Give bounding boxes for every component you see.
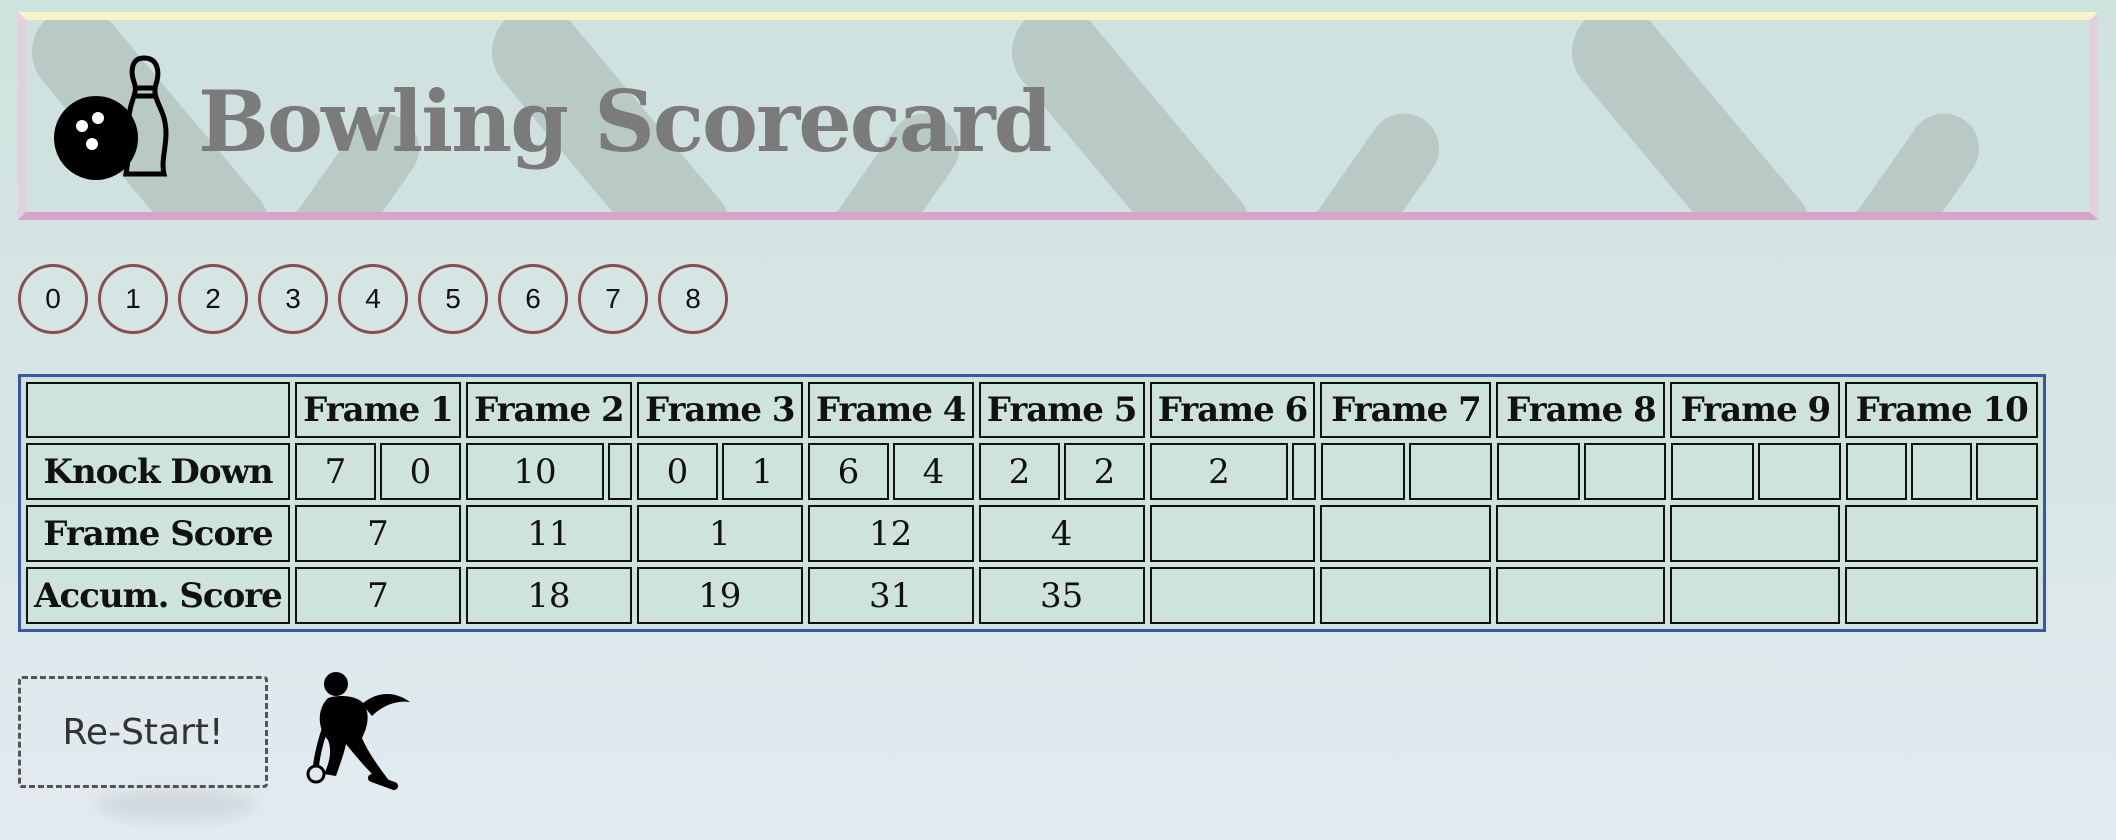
frame-header: Frame 3 bbox=[636, 382, 803, 438]
knock-down-box bbox=[1409, 443, 1492, 500]
frame-header: Frame 10 bbox=[1845, 382, 2038, 438]
frame-score-cell: 4 bbox=[978, 505, 1145, 562]
knock-down-frame: 64 bbox=[808, 443, 974, 500]
page-title: Bowling Scorecard bbox=[198, 72, 1052, 171]
accum-score-cell bbox=[1496, 567, 1666, 624]
knock-down-box bbox=[1292, 443, 1316, 500]
button-shadow bbox=[96, 790, 256, 820]
knock-down-box: 0 bbox=[637, 443, 718, 500]
frame-header: Frame 4 bbox=[807, 382, 974, 438]
knock-down-frame: 22 bbox=[979, 443, 1145, 500]
pin-button-7[interactable]: 7 bbox=[578, 264, 648, 334]
knock-down-frame: 01 bbox=[637, 443, 803, 500]
knock-down-box: 2 bbox=[979, 443, 1060, 500]
frame-header: Frame 5 bbox=[978, 382, 1145, 438]
frame-score-cell: 7 bbox=[295, 505, 461, 562]
knock-down-frame bbox=[1321, 443, 1492, 500]
frame-score-cell bbox=[1670, 505, 1841, 562]
bowling-ball-and-pin-icon bbox=[54, 55, 169, 180]
row-label-accum-score: Accum. Score bbox=[26, 567, 290, 624]
knock-down-box bbox=[1584, 443, 1666, 500]
knock-down-frame bbox=[1497, 443, 1666, 500]
knock-down-box bbox=[1671, 443, 1754, 500]
knock-down-box bbox=[1497, 443, 1580, 500]
pin-button-5[interactable]: 5 bbox=[418, 264, 488, 334]
accum-score-cell bbox=[1845, 567, 2038, 624]
knock-down-box: 6 bbox=[808, 443, 889, 500]
accum-score-cell bbox=[1320, 567, 1492, 624]
frame-header: Frame 8 bbox=[1496, 382, 1666, 438]
corner-cell bbox=[26, 382, 290, 438]
pin-button-8[interactable]: 8 bbox=[658, 264, 728, 334]
knock-down-box: 10 bbox=[466, 443, 604, 500]
knock-down-box: 1 bbox=[722, 443, 803, 500]
restart-button[interactable]: Re-Start! bbox=[18, 676, 268, 788]
accum-score-cell: 19 bbox=[636, 567, 803, 624]
pin-button-2[interactable]: 2 bbox=[178, 264, 248, 334]
frame-score-cell bbox=[1845, 505, 2038, 562]
scorecard-table: Frame 1 Frame 2 Frame 3 Frame 4 Frame 5 … bbox=[18, 374, 2046, 632]
frame-score-cell: 1 bbox=[636, 505, 803, 562]
knock-down-row: Knock Down 7 0 10 0 1 6 4 2 2 2 bbox=[26, 443, 2038, 500]
accum-score-cell: 35 bbox=[978, 567, 1145, 624]
accum-score-cell bbox=[1149, 567, 1316, 624]
frame-score-cell bbox=[1149, 505, 1316, 562]
frame-score-cell bbox=[1496, 505, 1666, 562]
row-label-knock-down: Knock Down bbox=[26, 443, 290, 500]
frame-score-cell: 11 bbox=[465, 505, 632, 562]
knock-down-box: 2 bbox=[1150, 443, 1288, 500]
knock-down-box: 0 bbox=[380, 443, 461, 500]
knock-down-frames: 7 0 10 0 1 6 4 2 2 2 bbox=[295, 443, 2038, 500]
knock-down-box bbox=[1976, 443, 2038, 500]
frame-score-row: Frame Score 7 11 1 12 4 bbox=[26, 505, 2038, 562]
pin-button-3[interactable]: 3 bbox=[258, 264, 328, 334]
knock-down-frame bbox=[1671, 443, 1841, 500]
knock-down-frame: 2 bbox=[1150, 443, 1316, 500]
accum-score-row: Accum. Score 7 18 19 31 35 bbox=[26, 567, 2038, 624]
knock-down-box bbox=[1321, 443, 1405, 500]
accum-score-cell bbox=[1670, 567, 1841, 624]
row-label-frame-score: Frame Score bbox=[26, 505, 290, 562]
knock-down-box bbox=[1846, 443, 1907, 500]
knock-down-box: 2 bbox=[1064, 443, 1145, 500]
frame-header: Frame 9 bbox=[1670, 382, 1841, 438]
frame-score-cell bbox=[1320, 505, 1492, 562]
knock-down-box bbox=[1911, 443, 1972, 500]
frame-header: Frame 6 bbox=[1149, 382, 1316, 438]
accum-score-cell: 18 bbox=[465, 567, 632, 624]
knock-down-frame: 70 bbox=[295, 443, 461, 500]
frame-header: Frame 1 bbox=[295, 382, 461, 438]
pin-button-6[interactable]: 6 bbox=[498, 264, 568, 334]
knock-down-frame: 10 bbox=[466, 443, 632, 500]
knock-down-box bbox=[1758, 443, 1841, 500]
knock-down-box: 7 bbox=[295, 443, 376, 500]
knock-down-box: 4 bbox=[893, 443, 974, 500]
accum-score-cell: 31 bbox=[807, 567, 974, 624]
knock-down-frame bbox=[1846, 443, 2038, 500]
accum-score-cell: 7 bbox=[295, 567, 461, 624]
pin-button-0[interactable]: 0 bbox=[18, 264, 88, 334]
frame-header: Frame 2 bbox=[465, 382, 632, 438]
header-banner: Bowling Scorecard bbox=[18, 12, 2098, 220]
frame-score-cell: 12 bbox=[807, 505, 974, 562]
frame-header-row: Frame 1 Frame 2 Frame 3 Frame 4 Frame 5 … bbox=[26, 382, 2038, 438]
pin-button-4[interactable]: 4 bbox=[338, 264, 408, 334]
frame-header: Frame 7 bbox=[1320, 382, 1492, 438]
pin-button-1[interactable]: 1 bbox=[98, 264, 168, 334]
bowler-icon bbox=[306, 672, 410, 790]
knock-down-box bbox=[608, 443, 632, 500]
